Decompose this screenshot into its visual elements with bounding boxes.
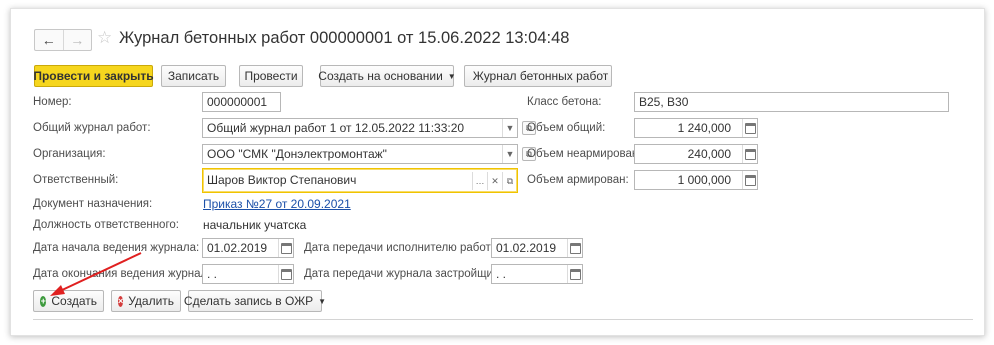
annotation-arrow-icon xyxy=(50,252,142,296)
